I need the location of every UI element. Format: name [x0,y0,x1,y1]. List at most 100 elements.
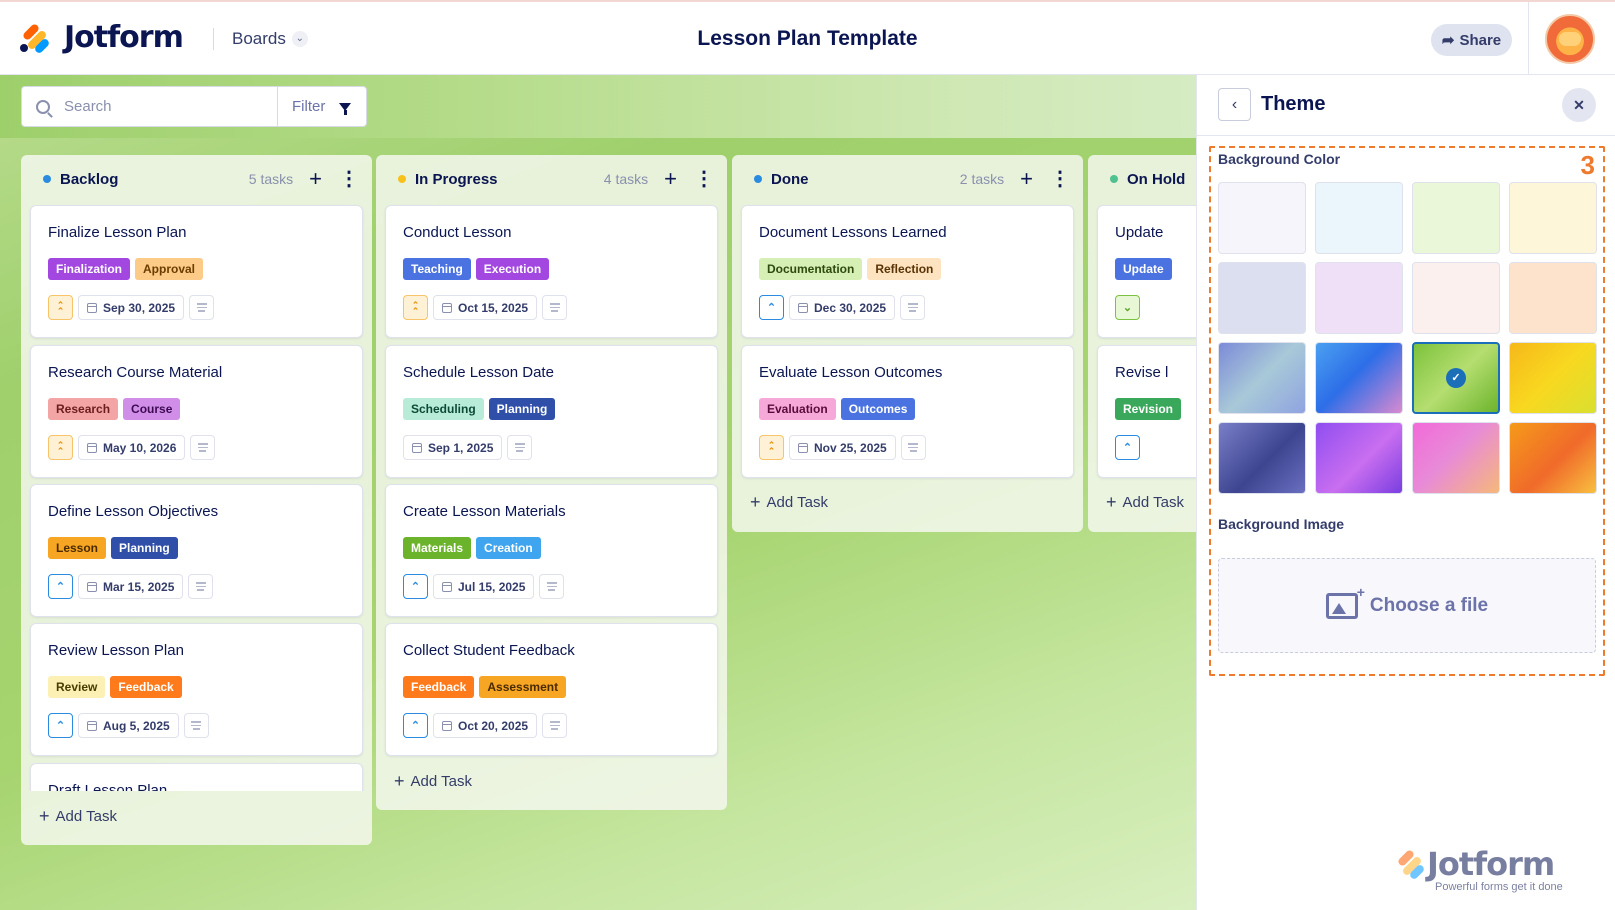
tag-list: Finalization Approval [48,258,204,280]
add-task-button[interactable]: + Add Task [39,807,117,825]
priority-med-icon[interactable]: ⌃ [759,295,784,320]
due-date-text: May 10, 2026 [103,440,177,455]
priority-high-icon[interactable]: ⌃ ⌃ [403,295,428,320]
color-swatch[interactable] [1218,342,1306,414]
choose-file-dropzone[interactable]: Choose a file [1218,558,1596,653]
task-card[interactable]: Research Course Material Research Course ⌃ ⌃… [30,345,363,478]
task-card[interactable]: Evaluate Lesson Outcomes Evaluation Outcom… [741,345,1074,478]
calendar-icon [87,720,97,731]
priority-low-icon[interactable]: ⌄ [1115,295,1140,320]
share-arrow-icon: ➦ [1441,32,1455,49]
task-card[interactable]: Update Update ⌄ [1097,205,1196,338]
tag-list: Evaluation Outcomes [759,398,916,420]
notes-icon[interactable] [188,574,214,599]
due-date[interactable]: Dec 30, 2025 [789,295,896,320]
color-swatch[interactable] [1509,342,1597,414]
due-date[interactable]: Aug 5, 2025 [78,713,179,738]
avatar[interactable] [1545,14,1595,64]
boards-label: Boards [232,29,286,48]
color-swatch[interactable]: ✓ [1412,342,1500,414]
due-date-text: Oct 15, 2025 [458,300,529,315]
color-swatch[interactable] [1218,182,1306,254]
color-swatch[interactable] [1412,182,1500,254]
due-date[interactable]: Sep 30, 2025 [78,295,185,320]
priority-med-icon[interactable]: ⌃ [403,574,428,599]
due-date[interactable]: Mar 15, 2025 [78,574,184,599]
color-swatch[interactable] [1315,422,1403,494]
notes-icon[interactable] [900,435,926,460]
task-card[interactable]: Collect Student Feedback Feedback Assessme… [385,623,718,756]
task-card[interactable]: Schedule Lesson Date Scheduling Planning Se… [385,345,718,478]
color-swatch[interactable] [1509,262,1597,334]
calendar-icon [87,302,97,313]
priority-med-icon[interactable]: ⌃ [1115,435,1140,460]
board-area: Filter Backlog5 tasks+⋮Finalize Lesson P… [0,75,1196,910]
priority-high-icon[interactable]: ⌃ ⌃ [48,295,73,320]
color-swatch[interactable] [1509,422,1597,494]
task-card[interactable]: Create Lesson Materials Materials Creation… [385,484,718,617]
calendar-icon [442,720,452,731]
task-card[interactable]: Revise l Revision ⌃ [1097,345,1196,478]
jotform-logo[interactable]: Jotform [18,20,184,55]
due-date[interactable]: May 10, 2026 [78,435,186,460]
brand-name: Jotform [64,20,184,55]
color-swatch[interactable] [1315,262,1403,334]
search-input[interactable] [64,98,254,115]
due-date-text: Sep 30, 2025 [103,300,176,315]
notes-icon[interactable] [507,435,533,460]
task-tag: Execution [475,258,550,280]
task-card[interactable]: Review Lesson Plan Review Feedback ⌃ Aug 5, … [30,623,363,756]
background-color-label: Background Color [1218,151,1341,167]
color-swatch[interactable] [1509,182,1597,254]
notes-icon[interactable] [542,295,568,320]
notes-icon[interactable] [900,295,926,320]
notes-icon[interactable] [539,574,565,599]
choose-file-label: Choose a file [1369,594,1489,616]
color-swatch[interactable] [1315,342,1403,414]
chevron-down-icon: ⌄ [291,31,308,47]
tag-list: Feedback Assessment [403,676,567,698]
priority-high-icon[interactable]: ⌃ ⌃ [48,435,73,460]
priority-med-icon[interactable]: ⌃ [48,574,73,599]
column-cards: Finalize Lesson Plan Finalization Approval… [21,155,372,791]
watermark-logo-icon [1395,848,1427,881]
priority-high-icon[interactable]: ⌃ ⌃ [759,435,784,460]
color-swatch[interactable] [1218,262,1306,334]
calendar-icon [442,581,452,592]
due-date[interactable]: Oct 20, 2025 [433,713,538,738]
task-card[interactable]: Document Lessons Learned Documentation Ref… [741,205,1074,338]
task-card[interactable]: Finalize Lesson Plan Finalization Approval… [30,205,363,338]
notes-icon[interactable] [542,713,568,738]
color-swatch[interactable] [1218,422,1306,494]
task-card[interactable]: Define Lesson Objectives Lesson Planning ⌃ M… [30,484,363,617]
notes-icon[interactable] [189,295,215,320]
back-button[interactable]: ‹ [1218,88,1251,121]
checkmark-icon: ✓ [1446,368,1466,388]
add-task-label: Add Task [55,807,117,825]
filter-button[interactable]: Filter [277,86,367,127]
boards-dropdown[interactable]: Boards ⌄ [232,29,308,49]
add-task-button[interactable]: + Add Task [394,772,472,790]
due-date[interactable]: Sep 1, 2025 [403,435,503,460]
task-meta: ⌃ Jul 15, 2025 [403,574,565,599]
color-swatch[interactable] [1315,182,1403,254]
task-tag: Documentation [759,258,863,280]
notes-icon[interactable] [183,713,209,738]
add-task-button[interactable]: + Add Task [750,493,828,511]
notes-icon[interactable] [190,435,216,460]
close-button[interactable]: ✕ [1562,88,1596,122]
task-card[interactable]: Draft Lesson Plan [30,763,363,791]
tag-list: Review Feedback [48,676,182,698]
task-tag: Feedback [403,676,475,698]
task-meta: ⌃ Oct 20, 2025 [403,713,568,738]
priority-med-icon[interactable]: ⌃ [403,713,428,738]
priority-med-icon[interactable]: ⌃ [48,713,73,738]
add-task-button[interactable]: + Add Task [1106,493,1184,511]
task-card[interactable]: Conduct Lesson Teaching Execution ⌃ ⌃ Oct 15,… [385,205,718,338]
due-date[interactable]: Oct 15, 2025 [433,295,538,320]
share-button[interactable]: ➦ Share [1431,24,1512,56]
color-swatch[interactable] [1412,422,1500,494]
due-date[interactable]: Jul 15, 2025 [433,574,535,599]
due-date[interactable]: Nov 25, 2025 [789,435,896,460]
color-swatch[interactable] [1412,262,1500,334]
